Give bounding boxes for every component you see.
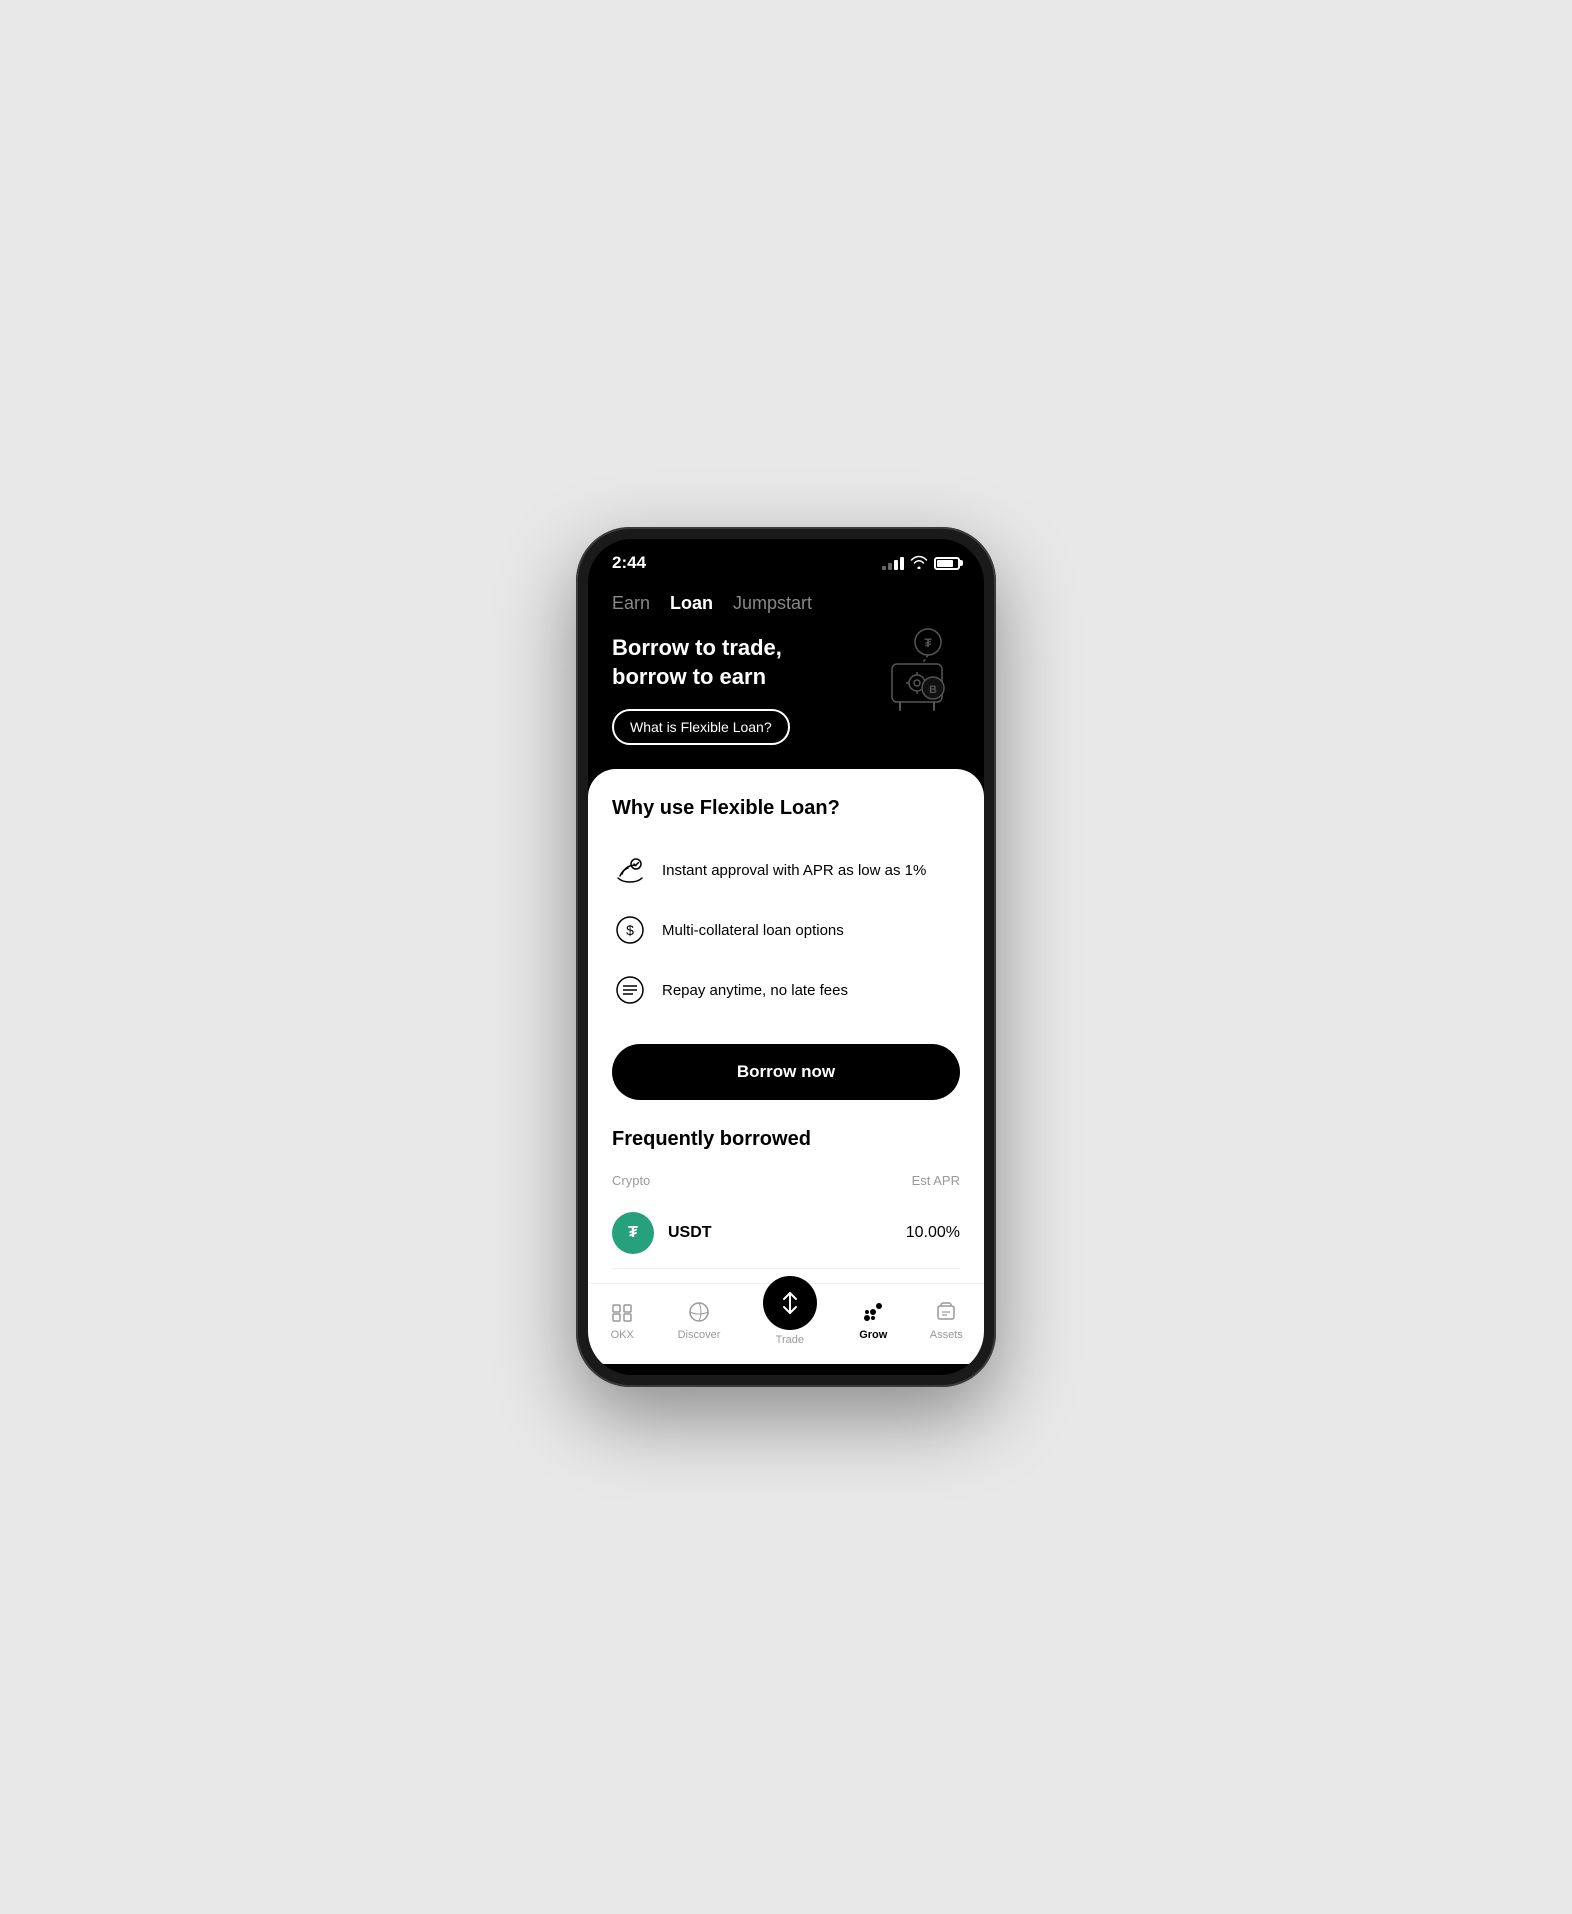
tab-jumpstart[interactable]: Jumpstart [733,593,812,614]
header-section: Earn Loan Jumpstart Borrow to trade,borr… [588,581,984,769]
grow-icon [860,1299,886,1325]
okx-label: OKX [611,1329,634,1341]
signal-icon [882,557,904,570]
nav-item-okx[interactable]: OKX [609,1299,635,1341]
collateral-icon: $ [612,912,648,948]
borrow-now-button[interactable]: Borrow now [612,1044,960,1100]
okx-icon [609,1299,635,1325]
repay-icon [612,972,648,1008]
feature-approval-text: Instant approval with APR as low as 1% [662,862,926,879]
feature-repay: Repay anytime, no late fees [612,960,960,1020]
grow-label: Grow [859,1329,887,1341]
nav-item-grow[interactable]: Grow [859,1299,887,1341]
feature-collateral: $ Multi-collateral loan options [612,900,960,960]
usdt-logo: ₮ [612,1212,654,1254]
status-icons [882,555,960,572]
features-list: Instant approval with APR as low as 1% $… [612,840,960,1020]
svg-text:$: $ [626,922,634,938]
trade-label: Trade [776,1334,804,1346]
home-indicator [719,1370,853,1375]
hero-illustration: ₮ B [870,626,960,716]
nav-item-discover[interactable]: Discover [678,1299,721,1341]
discover-label: Discover [678,1329,721,1341]
svg-text:B: B [929,684,937,696]
hero-content: Borrow to trade,borrow to earn What is F… [612,634,960,745]
nav-item-assets[interactable]: Assets [930,1299,963,1341]
trade-button[interactable] [763,1276,817,1330]
discover-icon [686,1299,712,1325]
feature-repay-text: Repay anytime, no late fees [662,982,848,999]
tab-loan[interactable]: Loan [670,593,713,614]
status-bar: 2:44 [588,539,984,581]
main-content: Why use Flexible Loan? Instant approval … [588,769,984,1283]
nav-item-trade[interactable]: Trade [763,1294,817,1346]
assets-label: Assets [930,1329,963,1341]
approval-icon [612,852,648,888]
crypto-row-usdt[interactable]: ₮ USDT 10.00% [612,1198,960,1269]
crypto-column-header: Crypto [612,1173,650,1188]
table-header: Crypto Est APR [612,1167,960,1194]
flexible-loan-button[interactable]: What is Flexible Loan? [612,709,790,745]
hero-text: Borrow to trade,borrow to earn What is F… [612,634,854,745]
tab-earn[interactable]: Earn [612,593,650,614]
frequently-borrowed-title: Frequently borrowed [612,1128,960,1151]
feature-collateral-text: Multi-collateral loan options [662,922,844,939]
phone-screen: 2:44 [588,539,984,1375]
usdt-apr: 10.00% [906,1224,960,1242]
status-time: 2:44 [612,553,646,573]
phone-frame: 2:44 [576,527,996,1387]
why-section-title: Why use Flexible Loan? [612,797,960,820]
usdt-name: USDT [668,1224,712,1242]
feature-approval: Instant approval with APR as low as 1% [612,840,960,900]
svg-text:₮: ₮ [924,636,932,650]
assets-icon [933,1299,959,1325]
wifi-icon [910,555,928,572]
battery-icon [934,557,960,570]
hero-title: Borrow to trade,borrow to earn [612,634,854,691]
bottom-nav: OKX Discover [588,1283,984,1364]
apr-column-header: Est APR [912,1173,960,1188]
nav-tabs: Earn Loan Jumpstart [612,593,960,614]
